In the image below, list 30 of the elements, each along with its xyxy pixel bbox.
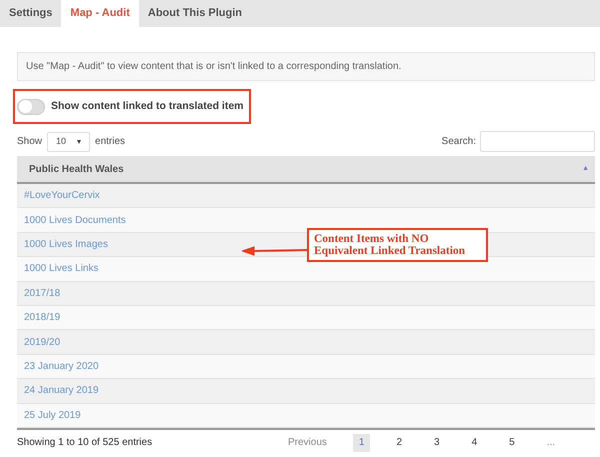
search-label: Search: <box>442 135 476 149</box>
arrow-icon <box>242 244 308 257</box>
table-link[interactable]: 25 July 2019 <box>24 408 81 423</box>
toggle-label: Show content linked to translated item <box>51 98 244 114</box>
pagination-button[interactable]: 2 <box>390 434 408 452</box>
pagination-button[interactable]: 4 <box>466 434 484 452</box>
tab[interactable]: About This Plugin <box>138 0 251 27</box>
entries-label: entries <box>95 135 126 149</box>
table-link[interactable]: 2019/20 <box>24 334 60 350</box>
pagination-button[interactable]: 3 <box>428 434 446 452</box>
table-link[interactable]: 24 January 2019 <box>24 383 99 398</box>
table-link[interactable]: #LoveYourCervix <box>24 188 100 204</box>
pagination-button[interactable]: 5 <box>503 434 521 452</box>
table-link[interactable]: 2018/19 <box>24 310 60 326</box>
table-link[interactable]: 1000 Lives Documents <box>24 212 126 228</box>
tab[interactable]: Map - Audit <box>61 0 139 27</box>
table-link[interactable]: 23 January 2020 <box>24 358 99 374</box>
table-link[interactable]: 2017/18 <box>24 286 60 301</box>
entries-select[interactable]: 10 <box>47 132 90 152</box>
toggle-switch[interactable] <box>17 98 45 114</box>
search-field[interactable] <box>480 131 595 152</box>
table-link[interactable]: 1000 Lives Images <box>24 236 108 252</box>
annotation-callout: Content Items with NO Equivalent Linked Translation <box>307 228 488 262</box>
tab[interactable]: Settings <box>0 0 62 27</box>
show-label: Show <box>17 135 42 149</box>
table-link[interactable]: 1000 Lives Links <box>24 261 98 276</box>
entries-info: Showing 1 to 10 of 525 entries <box>17 436 154 450</box>
info-notice: Use "Map - Audit" to view content that is or isn't linked to a corresponding translation. <box>17 52 595 81</box>
pagination-button[interactable]: 1 <box>352 434 370 452</box>
caret-icon <box>77 140 82 144</box>
